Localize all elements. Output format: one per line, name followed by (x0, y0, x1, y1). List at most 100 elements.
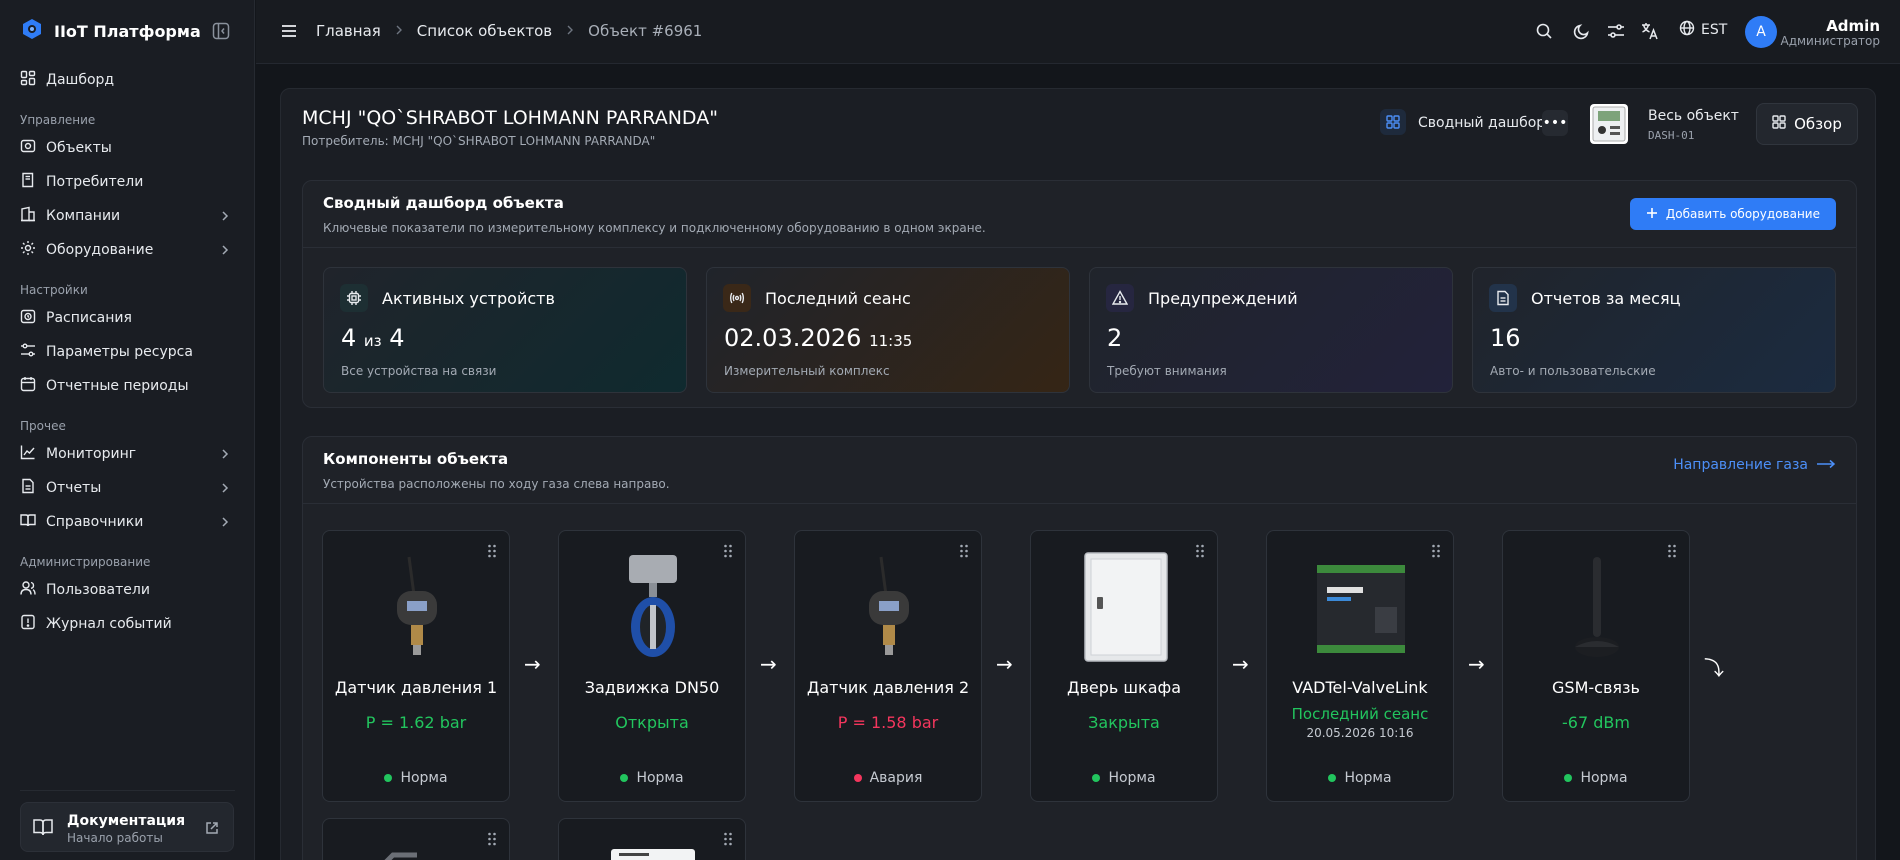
more-options-button[interactable]: ••• (1542, 110, 1568, 136)
device-name: Задвижка DN50 (584, 678, 720, 697)
sidebar-item-label: Пользователи (46, 582, 150, 598)
device-card-gsm[interactable]: GSM-связь -67 dBm Норма (1502, 530, 1690, 802)
sidebar-item-report-periods[interactable]: Отчетные периоды (20, 373, 242, 399)
device-value: -67 dBm (1562, 713, 1630, 732)
menu-icon[interactable] (280, 22, 298, 44)
sidebar-item-monitoring[interactable]: Мониторинг (20, 441, 242, 467)
more-icon: ••• (1542, 115, 1568, 131)
device-card-cabinet-door[interactable]: Дверь шкафа Закрыта Норма (1030, 530, 1218, 802)
settings-sliders-icon[interactable] (1607, 22, 1625, 44)
objects-icon (20, 138, 36, 158)
sidebar-item-objects[interactable]: Объекты (20, 135, 242, 161)
device-card-pressure-1[interactable]: Датчик давления 1 P = 1.62 bar Норма (322, 530, 510, 802)
flow-arrow-icon: → (760, 652, 777, 676)
device-card-row2-2[interactable] (558, 818, 746, 860)
sidebar-item-equipment[interactable]: Оборудование (20, 237, 242, 263)
device-name: Датчик давления 1 (334, 678, 498, 697)
translate-icon[interactable] (1641, 22, 1659, 44)
chevron-right-icon (220, 210, 230, 226)
status-dot (384, 774, 393, 782)
sidebar-item-label: Отчетные периоды (46, 378, 189, 394)
documentation-link[interactable]: Документация Начало работы (20, 802, 234, 852)
summary-dashboard-tab[interactable]: Сводный дашборд (1418, 115, 1555, 131)
device-card-valve[interactable]: Задвижка DN50 Открыта Норма (558, 530, 746, 802)
topbar: Главная Список объектов Объект #6961 EST… (256, 0, 1900, 64)
status-dot (1564, 774, 1573, 782)
breadcrumb-home[interactable]: Главная (316, 22, 381, 40)
sidebar-item-label: Дашборд (46, 72, 115, 88)
calendar-icon (20, 376, 36, 396)
breadcrumb-objects-list[interactable]: Список объектов (417, 22, 552, 40)
sidebar-item-users[interactable]: Пользователи (20, 577, 242, 603)
language-label: EST (1701, 22, 1728, 38)
breadcrumb: Главная Список объектов Объект #6961 (316, 22, 702, 40)
drag-handle-icon[interactable] (1431, 543, 1441, 562)
kpi-active-devices[interactable]: Активных устройств 4 из 4 Все устройства… (323, 267, 687, 393)
device-status: Авария (795, 770, 981, 786)
avatar[interactable]: A (1745, 16, 1777, 48)
flow-arrow-icon: → (1468, 652, 1485, 676)
drag-handle-icon[interactable] (723, 831, 733, 850)
kpi-title: Предупреждений (1148, 289, 1298, 308)
collapse-sidebar-icon[interactable] (212, 22, 230, 40)
search-icon[interactable] (1535, 22, 1553, 44)
dashboard-icon[interactable] (1380, 109, 1406, 135)
users-icon (20, 580, 36, 600)
chip-icon (340, 284, 368, 312)
grid-icon (1772, 115, 1786, 133)
sidebar-item-dashboard[interactable]: Дашборд (20, 67, 242, 93)
kpi-monthly-reports[interactable]: Отчетов за месяц 16 Авто- и пользователь… (1472, 267, 1836, 393)
device-status: Норма (323, 770, 509, 786)
drag-handle-icon[interactable] (723, 543, 733, 562)
device-card-pressure-2[interactable]: Датчик давления 2 P = 1.58 bar Авария (794, 530, 982, 802)
sidebar-item-references[interactable]: Справочники (20, 509, 242, 535)
sidebar-item-reports[interactable]: Отчеты (20, 475, 242, 501)
drag-handle-icon[interactable] (959, 543, 969, 562)
device-status: Норма (1031, 770, 1217, 786)
sidebar-item-schedules[interactable]: Расписания (20, 305, 242, 331)
overview-button[interactable]: Обзор (1756, 103, 1858, 145)
chevron-right-icon (566, 22, 574, 40)
drag-handle-icon[interactable] (1195, 543, 1205, 562)
device-value: P = 1.58 bar (837, 713, 939, 732)
drag-handle-icon[interactable] (1667, 543, 1677, 562)
chevron-right-icon (220, 244, 230, 260)
kpi-value: 2 (1107, 324, 1123, 352)
event-log-icon (20, 614, 36, 634)
sidebar-item-label: Объекты (46, 140, 112, 156)
chevron-right-icon (220, 448, 230, 464)
add-equipment-button[interactable]: Добавить оборудование (1629, 198, 1836, 230)
device-card-row2-1[interactable] (322, 818, 510, 860)
building-icon (20, 206, 36, 226)
language-selector[interactable]: EST (1679, 20, 1727, 40)
divider (303, 503, 1856, 504)
moon-icon[interactable] (1573, 22, 1591, 44)
brand[interactable]: IIoT Платформа (20, 18, 201, 44)
device-card-vadtel[interactable]: VADTel-ValveLink Последний сеанс 20.05.2… (1266, 530, 1454, 802)
kpi-last-session[interactable]: Последний сеанс 02.03.2026 11:35 Измерит… (706, 267, 1070, 393)
gas-direction-link[interactable]: Направление газа (1673, 457, 1836, 473)
sidebar-item-companies[interactable]: Компании (20, 203, 242, 229)
external-link-icon (205, 820, 219, 839)
pressure-sensor-image (367, 551, 467, 663)
kpi-subtitle: Измерительный комплекс (724, 364, 890, 378)
open-book-icon (33, 818, 53, 840)
flow-arrow-icon: → (524, 652, 541, 676)
device-name: GSM-связь (1552, 678, 1640, 697)
kpi-value: 16 (1490, 324, 1521, 352)
sidebar-item-consumers[interactable]: Потребители (20, 169, 242, 195)
chevron-right-icon (220, 482, 230, 498)
user-name[interactable]: Admin (1826, 17, 1880, 35)
section-title: Компоненты объекта (323, 450, 509, 468)
sidebar-item-label: Мониторинг (46, 446, 137, 462)
device-thumbnail[interactable] (1590, 104, 1628, 144)
broadcast-icon (723, 284, 751, 312)
device-status: Норма (1503, 770, 1689, 786)
book-icon (20, 172, 36, 192)
drag-handle-icon[interactable] (487, 543, 497, 562)
nav-section-settings: Настройки (20, 283, 88, 297)
sidebar-item-event-log[interactable]: Журнал событий (20, 611, 242, 637)
sidebar-item-resource-params[interactable]: Параметры ресурса (20, 339, 242, 365)
kpi-warnings[interactable]: Предупреждений 2 Требуют внимания (1089, 267, 1453, 393)
drag-handle-icon[interactable] (487, 831, 497, 850)
